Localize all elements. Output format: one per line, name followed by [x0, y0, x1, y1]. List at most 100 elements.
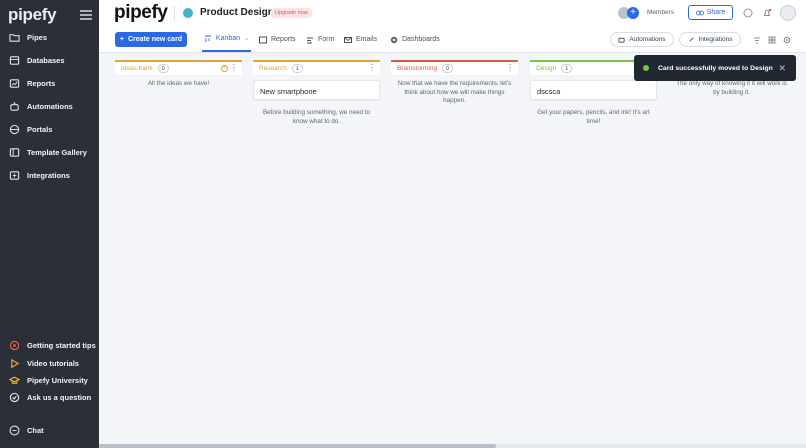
sidebar-item-label: Template Gallery	[27, 147, 87, 157]
add-card-icon[interactable]: +	[221, 65, 228, 72]
bell-icon[interactable]	[762, 8, 772, 18]
play-icon	[8, 357, 20, 369]
question-icon	[8, 391, 20, 403]
toolbar: + Create new card Kanban ⌄ Reports Form …	[99, 27, 806, 53]
automations-label: Automations	[629, 36, 666, 43]
sidebar-item-databases[interactable]: Databases	[0, 51, 99, 69]
card[interactable]: dscsca	[530, 80, 657, 100]
filter-icon[interactable]	[753, 36, 761, 44]
share-button[interactable]: Share	[688, 5, 733, 20]
upgrade-badge[interactable]: Upgrade now	[271, 8, 312, 18]
phase-description: Now that we have the requirements, let's…	[397, 80, 512, 104]
chevron-down-icon: ⌄	[244, 36, 250, 42]
automations-button[interactable]: Automations	[610, 32, 674, 47]
tab-label: Emails	[356, 36, 378, 43]
sidebar-item-label: Databases	[27, 55, 65, 65]
phase-description: Get your papers, pencils, and ink! It's …	[537, 109, 650, 125]
pipe-color-dot	[183, 8, 193, 18]
sidebar-item-reports[interactable]: Reports	[0, 74, 99, 92]
phase-header[interactable]: Research 1 ⋮	[253, 60, 380, 75]
sidebar-logo[interactable]: pipefy	[8, 5, 57, 25]
robot-icon	[618, 37, 625, 43]
sidebar-item-label: Portals	[27, 124, 53, 134]
robot-icon	[8, 100, 20, 112]
dashboard-icon	[390, 36, 398, 43]
more-menu-icon[interactable]: ⋮	[506, 64, 514, 72]
toast-notification: Card successfully moved to Design ✕	[634, 55, 796, 81]
reports-icon	[259, 36, 267, 43]
horizontal-scrollbar[interactable]	[99, 444, 806, 448]
create-card-label: Create new card	[128, 36, 183, 43]
kanban-board: Ideas bank 0 + ⋮ All the ideas we have! …	[99, 53, 806, 445]
integrations-button[interactable]: Integrations	[679, 32, 741, 47]
sidebar-item-getting-started[interactable]: Getting started tips	[0, 336, 99, 354]
more-menu-icon[interactable]: ⋮	[230, 64, 238, 72]
phase-header[interactable]: Ideas bank 0 + ⋮	[115, 60, 242, 75]
more-menu-icon[interactable]: ⋮	[368, 64, 376, 72]
sidebar: pipefy Pipes Databases Reports Automatio…	[0, 0, 99, 448]
target-icon	[8, 339, 20, 351]
tab-form[interactable]: Form	[306, 27, 334, 52]
user-avatar[interactable]	[780, 5, 796, 21]
add-member-icon[interactable]: +	[627, 7, 639, 19]
chat-icon	[8, 424, 20, 436]
tab-emails[interactable]: Emails	[344, 27, 377, 52]
sidebar-item-pipefy-university[interactable]: Pipefy University	[0, 371, 99, 389]
pipe-title[interactable]: Product Design	[200, 7, 274, 18]
collapse-menu-icon[interactable]	[80, 10, 92, 20]
sidebar-item-label: Automations	[27, 101, 73, 111]
tab-dashboards[interactable]: Dashboards	[390, 27, 440, 52]
sidebar-item-label: Reports	[27, 78, 56, 88]
sidebar-item-template-gallery[interactable]: Template Gallery	[0, 143, 99, 161]
grid-icon[interactable]	[768, 36, 776, 44]
sidebar-item-label: Ask us a question	[27, 392, 92, 402]
member-avatars[interactable]: +	[618, 6, 640, 20]
link-icon	[695, 10, 704, 15]
phase-header[interactable]: Brainstorming 0 ⋮	[391, 60, 518, 75]
phase-title: Ideas bank	[121, 65, 153, 72]
phase-description: Before building something, we need to kn…	[262, 109, 371, 125]
phase-count: 0	[157, 64, 169, 73]
phase-column-research: Research 1 ⋮ New smartphone Before build…	[253, 60, 380, 126]
tab-reports[interactable]: Reports	[259, 27, 296, 52]
phase-title: Research	[259, 65, 287, 72]
sidebar-item-label: Pipefy University	[27, 375, 88, 385]
tab-label: Form	[318, 36, 335, 43]
kanban-icon	[204, 35, 211, 42]
share-label: Share	[706, 9, 726, 16]
phase-count: 1	[561, 64, 573, 73]
sidebar-item-label: Chat	[27, 425, 44, 435]
brand-logo[interactable]: pipefy	[114, 2, 168, 24]
phase-column-ideas-bank: Ideas bank 0 + ⋮ All the ideas we have!	[115, 60, 242, 89]
sidebar-item-pipes[interactable]: Pipes	[0, 28, 99, 46]
sidebar-item-ask-question[interactable]: Ask us a question	[0, 388, 99, 406]
mail-icon	[344, 36, 352, 43]
toast-message: Card successfully moved to Design	[658, 64, 773, 72]
sidebar-item-video-tutorials[interactable]: Video tutorials	[0, 354, 99, 372]
sidebar-item-portals[interactable]: Portals	[0, 120, 99, 138]
tab-label: Dashboards	[402, 36, 440, 43]
tab-kanban[interactable]: Kanban ⌄	[202, 27, 251, 52]
sidebar-item-integrations[interactable]: Integrations	[0, 166, 99, 184]
members-link[interactable]: Members	[647, 9, 674, 16]
tab-label: Reports	[271, 36, 296, 43]
folder-icon	[8, 31, 20, 43]
scrollbar-thumb[interactable]	[99, 444, 496, 448]
phase-title: Design	[536, 65, 557, 72]
close-icon[interactable]: ✕	[778, 63, 786, 74]
card[interactable]: New smartphone	[253, 80, 380, 100]
create-card-button[interactable]: + Create new card	[115, 32, 187, 47]
tab-label: Kanban	[215, 35, 241, 42]
plug-icon	[8, 169, 20, 181]
phase-description: All the ideas we have!	[147, 80, 210, 87]
graduation-icon	[8, 374, 20, 386]
help-icon[interactable]	[743, 8, 753, 18]
phase-count: 0	[442, 64, 454, 73]
plug-icon	[688, 37, 694, 42]
sidebar-item-label: Integrations	[27, 170, 70, 180]
plus-icon: +	[119, 36, 124, 43]
sidebar-item-automations[interactable]: Automations	[0, 97, 99, 115]
sidebar-item-chat[interactable]: Chat	[0, 421, 99, 439]
divider	[174, 6, 175, 20]
gear-icon[interactable]	[783, 36, 791, 44]
